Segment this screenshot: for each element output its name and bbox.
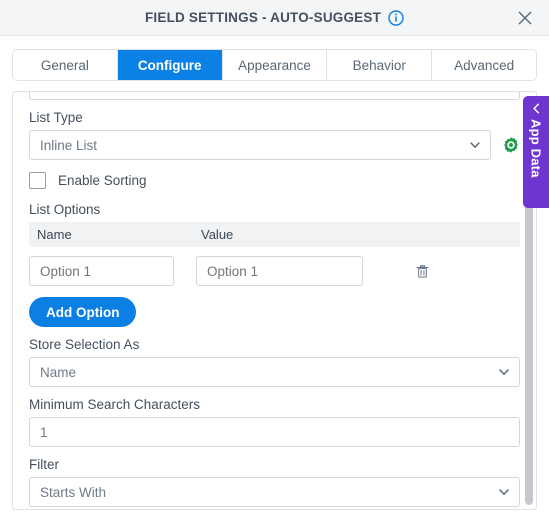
tab-behavior[interactable]: Behavior [327, 50, 433, 80]
list-type-select[interactable]: Inline List [29, 130, 491, 160]
tab-appearance[interactable]: Appearance [222, 50, 328, 80]
tab-configure[interactable]: Configure [117, 50, 223, 80]
minimum-search-characters-input[interactable] [29, 417, 520, 447]
tabs-container: General Configure Appearance Behavior Ad… [0, 36, 549, 81]
dialog-titlebar: FIELD SETTINGS - AUTO-SUGGEST [0, 0, 549, 36]
dialog-title: FIELD SETTINGS - AUTO-SUGGEST [144, 10, 382, 25]
add-option-button[interactable]: Add Option [29, 297, 137, 327]
list-type-label: List Type [29, 110, 83, 125]
list-options-label: List Options [29, 202, 101, 217]
store-selection-as-select-wrap: Name [29, 357, 520, 387]
trash-icon[interactable] [413, 262, 431, 280]
gear-icon[interactable] [502, 136, 520, 154]
configure-panel: List Type Inline List Enable Sorting Lis… [12, 91, 537, 510]
tab-list: General Configure Appearance Behavior Ad… [12, 49, 537, 81]
option-actions-cell [363, 262, 520, 280]
settings-body: List Type Inline List Enable Sorting Lis… [12, 91, 537, 510]
enable-sorting-row[interactable]: Enable Sorting [29, 172, 520, 189]
close-icon[interactable] [514, 7, 536, 29]
filter-select-wrap: Starts With [29, 477, 520, 507]
filter-label: Filter [29, 457, 59, 472]
scrollbar-thumb[interactable] [525, 157, 533, 505]
vertical-scrollbar[interactable] [525, 157, 533, 505]
info-circle-icon[interactable] [388, 9, 404, 26]
store-selection-as-row: Name [29, 357, 520, 387]
list-options-header: Name Value [29, 222, 520, 247]
tab-advanced[interactable]: Advanced [432, 50, 536, 80]
app-data-label: App Data [528, 119, 544, 178]
store-selection-as-select[interactable]: Name [29, 357, 520, 387]
chevron-left-icon [530, 102, 543, 115]
column-header-value: Value [201, 226, 234, 242]
tab-general[interactable]: General [13, 50, 118, 80]
field-settings-dialog: FIELD SETTINGS - AUTO-SUGGEST General Co… [0, 0, 549, 519]
minimum-search-characters-label: Minimum Search Characters [29, 397, 201, 412]
enable-sorting-checkbox[interactable] [29, 172, 46, 189]
filter-row: Starts With [29, 477, 520, 507]
list-type-select-wrap: Inline List [29, 130, 491, 160]
column-header-value-cell: Value [196, 226, 520, 244]
column-header-name-cell: Name [29, 226, 196, 244]
enable-sorting-label: Enable Sorting [58, 173, 147, 188]
option-name-input[interactable] [29, 256, 174, 286]
option-value-cell [196, 256, 363, 286]
filter-select[interactable]: Starts With [29, 477, 520, 507]
column-header-name: Name [37, 226, 72, 242]
list-type-row: Inline List [29, 130, 520, 160]
option-name-cell [29, 256, 196, 286]
table-row [29, 247, 520, 286]
clipped-field-above[interactable] [29, 92, 520, 100]
app-data-panel-tab[interactable]: App Data [523, 96, 549, 208]
store-selection-as-label: Store Selection As [29, 337, 140, 352]
option-value-input[interactable] [196, 256, 363, 286]
